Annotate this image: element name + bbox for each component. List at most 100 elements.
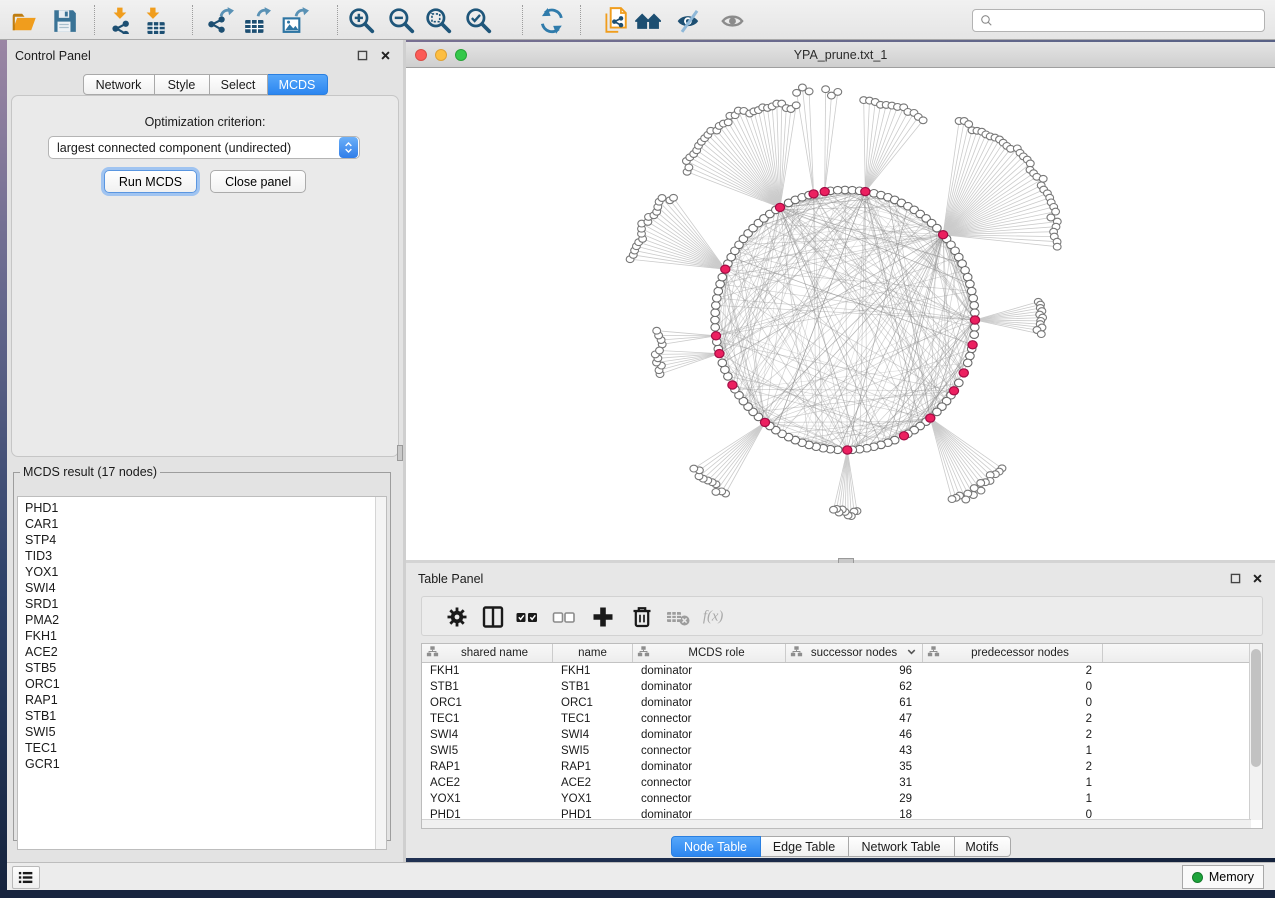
tab-style[interactable]: Style (155, 74, 210, 95)
cell-successor-nodes[interactable]: 62 (786, 679, 923, 695)
cell-predecessor-nodes[interactable]: 1 (923, 743, 1103, 759)
table-horizontal-scrollbar[interactable] (422, 819, 1251, 828)
network-node[interactable] (656, 347, 664, 354)
mcds-result-item[interactable]: STB1 (25, 708, 386, 724)
zoom-fit-button[interactable] (424, 6, 452, 34)
table-row[interactable]: ACE2ACE2connector311 (422, 775, 1262, 791)
float-table-panel-icon[interactable] (1228, 571, 1243, 586)
network-node[interactable] (970, 302, 979, 310)
column-header-shared-name[interactable]: shared name (422, 644, 553, 662)
mcds-result-item[interactable]: STP4 (25, 532, 386, 548)
cell-name[interactable]: YOX1 (553, 791, 633, 807)
table-vertical-scrollbar[interactable] (1249, 644, 1262, 820)
cell-predecessor-nodes[interactable]: 2 (923, 663, 1103, 679)
cell-MCDS-role[interactable]: dominator (633, 727, 786, 743)
mcds-result-item[interactable]: STB5 (25, 660, 386, 676)
cell-successor-nodes[interactable]: 43 (786, 743, 923, 759)
network-node[interactable] (711, 309, 720, 317)
network-node[interactable] (718, 359, 727, 367)
search-input[interactable] (994, 12, 1264, 30)
tab-mcds[interactable]: MCDS (268, 74, 328, 95)
mcds-node[interactable] (949, 387, 958, 395)
scrollbar-thumb[interactable] (1251, 649, 1261, 767)
cell-shared-name[interactable]: SWI5 (422, 743, 553, 759)
network-node[interactable] (712, 489, 720, 496)
cell-successor-nodes[interactable]: 31 (786, 775, 923, 791)
select-all-button[interactable] (514, 604, 540, 630)
cell-name[interactable]: SWI5 (553, 743, 633, 759)
cell-name[interactable]: STB1 (553, 679, 633, 695)
delete-row-button[interactable] (629, 604, 655, 630)
cell-shared-name[interactable]: TEC1 (422, 711, 553, 727)
table-row[interactable]: SWI4SWI4dominator462 (422, 727, 1262, 743)
network-node[interactable] (970, 485, 978, 492)
cell-name[interactable]: ORC1 (553, 695, 633, 711)
column-layout-button[interactable] (480, 604, 506, 630)
table-row[interactable]: RAP1RAP1dominator352 (422, 759, 1262, 775)
vertical-splitter-handle[interactable] (397, 445, 403, 461)
tab-network-table[interactable]: Network Table (849, 836, 955, 857)
mcds-node[interactable] (775, 203, 784, 211)
add-row-button[interactable] (590, 604, 616, 630)
cell-MCDS-role[interactable]: connector (633, 775, 786, 791)
open-session-button[interactable] (10, 6, 38, 34)
mcds-node[interactable] (926, 414, 935, 422)
cell-shared-name[interactable]: YOX1 (422, 791, 553, 807)
export-image-button[interactable] (281, 6, 309, 34)
mcds-result-item[interactable]: SRD1 (25, 596, 386, 612)
mcds-node[interactable] (728, 381, 737, 389)
save-session-button[interactable] (50, 6, 78, 34)
import-table-button[interactable] (141, 6, 169, 34)
column-header-name[interactable]: name (553, 644, 633, 662)
export-network-button[interactable] (206, 6, 234, 34)
import-network-button[interactable] (108, 6, 136, 34)
deselect-all-button[interactable] (551, 604, 577, 630)
network-node[interactable] (718, 273, 727, 281)
table-row[interactable]: ORC1ORC1dominator610 (422, 695, 1262, 711)
mcds-node[interactable] (715, 350, 724, 358)
cell-predecessor-nodes[interactable]: 0 (923, 679, 1103, 695)
cell-shared-name[interactable]: ORC1 (422, 695, 553, 711)
cell-shared-name[interactable]: SWI4 (422, 727, 553, 743)
home-network-button[interactable] (633, 6, 661, 34)
mcds-node[interactable] (939, 231, 948, 239)
refresh-button[interactable] (537, 6, 565, 34)
cell-MCDS-role[interactable]: dominator (633, 679, 786, 695)
mcds-result-item[interactable]: FKH1 (25, 628, 386, 644)
cell-predecessor-nodes[interactable]: 1 (923, 775, 1103, 791)
mcds-node[interactable] (843, 446, 852, 454)
table-row[interactable]: TEC1TEC1connector472 (422, 711, 1262, 727)
mcds-node[interactable] (970, 316, 979, 324)
export-table-button[interactable] (243, 6, 271, 34)
table-row[interactable]: SWI5SWI5connector431 (422, 743, 1262, 759)
table-row[interactable]: YOX1YOX1connector291 (422, 791, 1262, 807)
network-node[interactable] (977, 480, 985, 487)
mcds-result-item[interactable]: TID3 (25, 548, 386, 564)
cell-MCDS-role[interactable]: connector (633, 791, 786, 807)
cell-predecessor-nodes[interactable]: 0 (923, 695, 1103, 711)
zoom-out-button[interactable] (387, 6, 415, 34)
network-node[interactable] (714, 287, 723, 295)
cell-MCDS-role[interactable]: dominator (633, 759, 786, 775)
cell-predecessor-nodes[interactable]: 2 (923, 711, 1103, 727)
cell-predecessor-nodes[interactable]: 2 (923, 759, 1103, 775)
cell-predecessor-nodes[interactable]: 2 (923, 727, 1103, 743)
tab-edge-table[interactable]: Edge Table (761, 836, 849, 857)
network-node[interactable] (793, 89, 801, 96)
network-node[interactable] (685, 164, 693, 171)
cell-successor-nodes[interactable]: 61 (786, 695, 923, 711)
network-node[interactable] (834, 89, 842, 96)
network-node[interactable] (658, 195, 666, 202)
network-node[interactable] (933, 408, 942, 416)
mcds-result-item[interactable]: RAP1 (25, 692, 386, 708)
cell-shared-name[interactable]: STB1 (422, 679, 553, 695)
network-node[interactable] (805, 88, 813, 95)
column-header-MCDS-role[interactable]: MCDS role (633, 644, 786, 662)
network-node[interactable] (822, 86, 830, 93)
cell-MCDS-role[interactable]: connector (633, 711, 786, 727)
optimization-criterion-select[interactable]: largest connected component (undirected) (48, 136, 360, 159)
zoom-selected-button[interactable] (464, 6, 492, 34)
column-header-successor-nodes[interactable]: successor nodes (786, 644, 923, 662)
cell-successor-nodes[interactable]: 96 (786, 663, 923, 679)
mcds-node[interactable] (861, 188, 870, 196)
